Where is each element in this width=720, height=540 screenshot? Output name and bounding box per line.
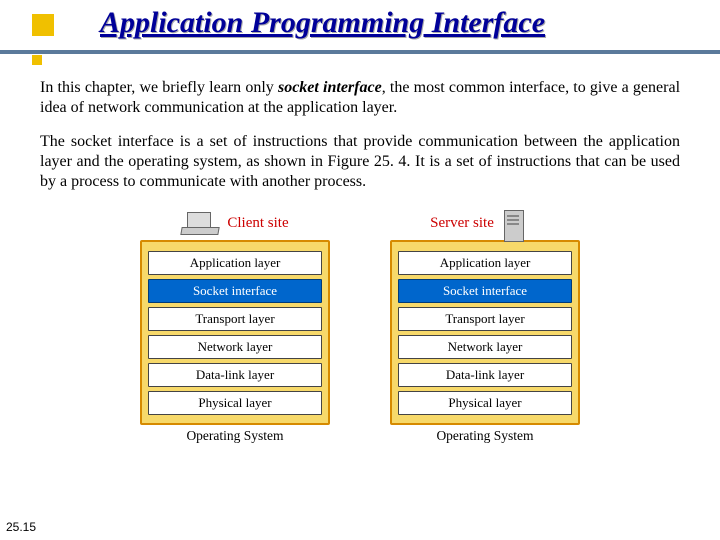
- client-layer-app: Application layer: [148, 251, 322, 275]
- decor-square-small: [32, 55, 42, 65]
- paragraph-2: The socket interface is a set of instruc…: [40, 132, 680, 192]
- client-site-label: Client site: [227, 215, 288, 232]
- laptop-icon: [181, 212, 217, 234]
- client-layer-datalink: Data-link layer: [148, 363, 322, 387]
- client-layer-physical: Physical layer: [148, 391, 322, 415]
- figure-stacks: Client site Application layer Socket int…: [0, 206, 720, 444]
- decor-square-large: [32, 14, 54, 36]
- tower-icon: [504, 210, 540, 236]
- server-os-label: Operating System: [436, 428, 533, 444]
- client-layer-socket: Socket interface: [148, 279, 322, 303]
- server-header: Server site: [430, 206, 540, 240]
- decor-rule: [0, 50, 720, 54]
- client-os-label: Operating System: [186, 428, 283, 444]
- server-layer-app: Application layer: [398, 251, 572, 275]
- page-number: 25.15: [6, 520, 36, 534]
- client-header: Client site: [181, 206, 288, 240]
- server-site-label: Server site: [430, 215, 494, 232]
- client-stack: Application layer Socket interface Trans…: [140, 240, 330, 425]
- server-layer-transport: Transport layer: [398, 307, 572, 331]
- server-layer-physical: Physical layer: [398, 391, 572, 415]
- server-column: Server site Application layer Socket int…: [380, 206, 590, 444]
- slide-header: Application Programming Interface: [0, 0, 720, 70]
- server-layer-network: Network layer: [398, 335, 572, 359]
- p1-keyword: socket interface: [278, 79, 382, 96]
- server-stack: Application layer Socket interface Trans…: [390, 240, 580, 425]
- server-layer-datalink: Data-link layer: [398, 363, 572, 387]
- client-layer-network: Network layer: [148, 335, 322, 359]
- slide-body: In this chapter, we briefly learn only s…: [0, 70, 720, 192]
- client-layer-transport: Transport layer: [148, 307, 322, 331]
- server-layer-socket: Socket interface: [398, 279, 572, 303]
- p1-run1: In this chapter, we briefly learn only: [40, 79, 278, 96]
- slide-title: Application Programming Interface: [100, 6, 545, 40]
- client-column: Client site Application layer Socket int…: [130, 206, 340, 444]
- paragraph-1: In this chapter, we briefly learn only s…: [40, 78, 680, 118]
